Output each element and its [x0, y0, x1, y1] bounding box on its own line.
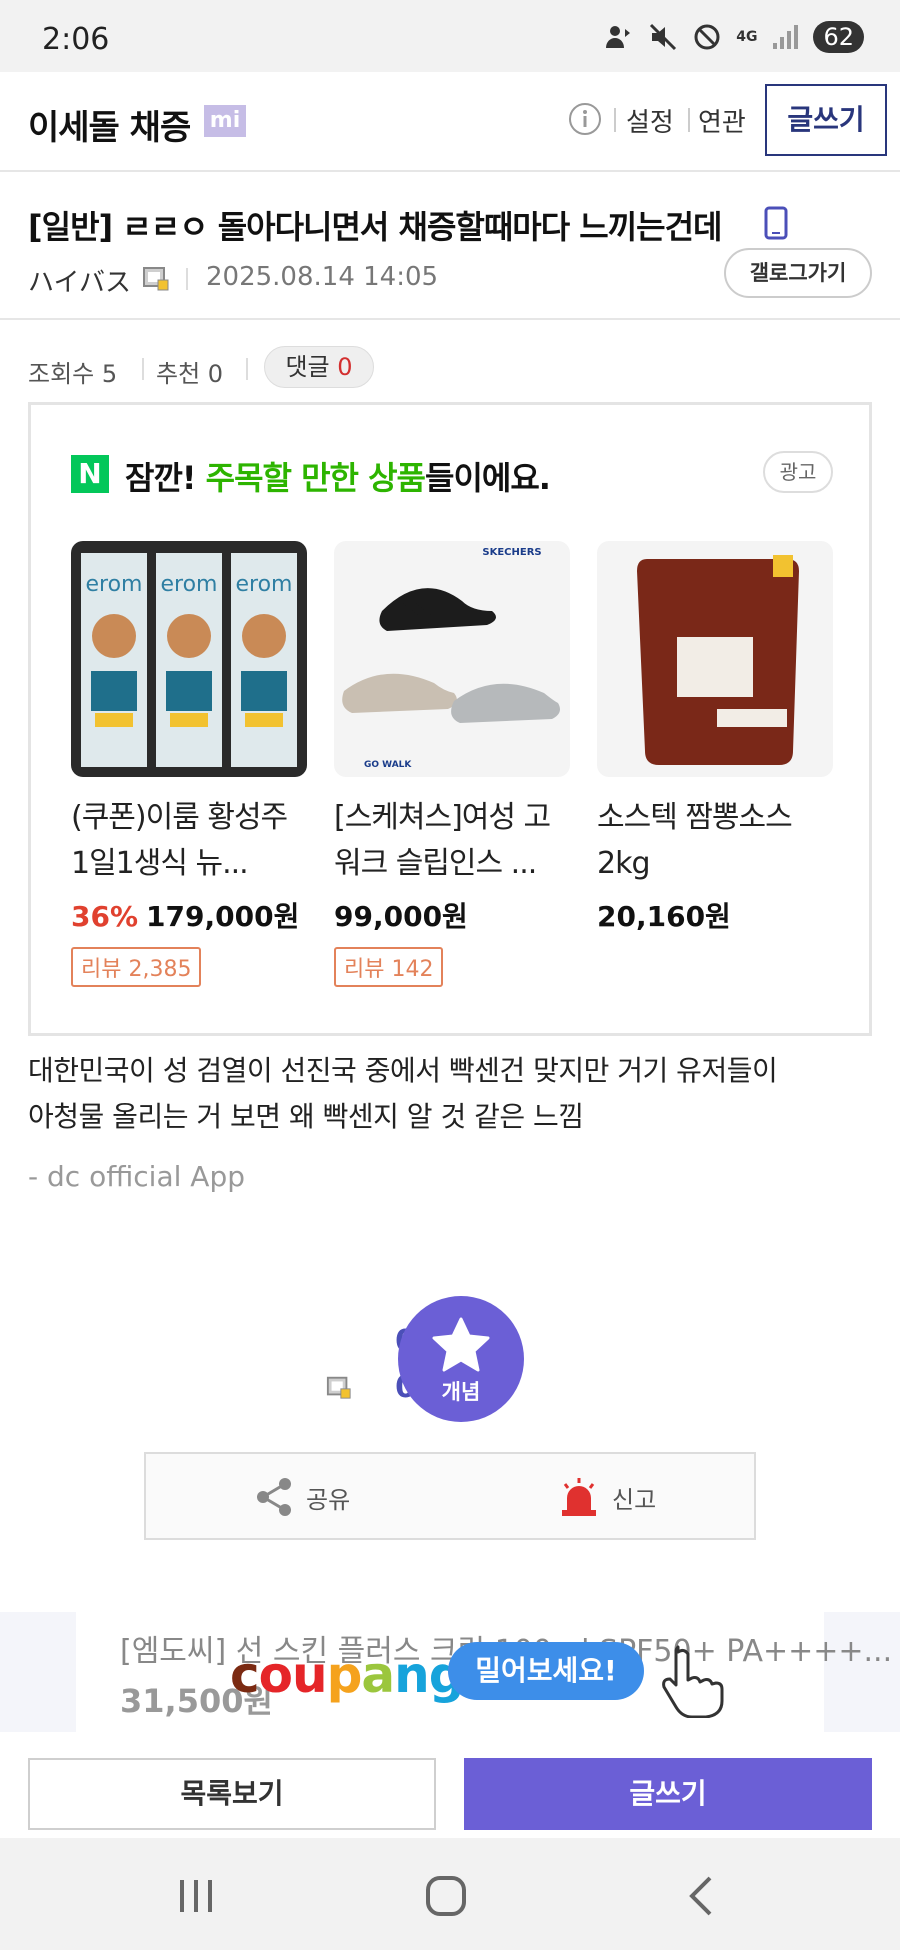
mute-icon — [648, 22, 678, 52]
product-card[interactable]: 소스텍 짬뽕소스 2kg 20,160원 — [597, 541, 833, 935]
post-body: 대한민국이 성 검열이 선진국 중에서 빡센건 맞지만 거기 유저들이 아청물 … — [28, 1048, 872, 1140]
divider — [142, 358, 144, 380]
coupang-letter: a — [361, 1646, 395, 1704]
write-button[interactable]: 글쓰기 — [765, 84, 887, 156]
ad-heading-prefix: 잠깐! — [125, 459, 206, 497]
ad-heading-suffix: 들이에요. — [425, 459, 551, 497]
back-icon[interactable] — [682, 1874, 722, 1918]
divider — [688, 108, 690, 132]
coupang-letter: p — [326, 1646, 363, 1704]
recommend-button-label: 개념 — [441, 1380, 481, 1404]
product-price-row: 36% 179,000원 — [71, 895, 307, 935]
status-icons: 4G 62 — [604, 20, 864, 54]
list-view-button[interactable]: 목록보기 — [28, 1758, 436, 1830]
product-image: erom erom erom — [71, 541, 307, 777]
share-button[interactable]: 공유 — [254, 1472, 350, 1522]
comment-label: 댓글 — [285, 353, 330, 381]
person-icon — [604, 22, 634, 52]
gallery-title[interactable]: 이세돌 채증 — [28, 100, 191, 149]
fixed-nick-icon — [142, 264, 170, 296]
svg-text:GO WALK: GO WALK — [364, 760, 412, 770]
coupang-logo: coupang — [230, 1646, 465, 1704]
comment-count: 0 — [337, 353, 353, 381]
related-link[interactable]: 연관 — [698, 102, 746, 139]
svg-text:erom: erom — [86, 572, 143, 597]
mobile-icon — [764, 206, 788, 244]
star-icon — [432, 1317, 490, 1372]
divider — [186, 268, 188, 290]
share-label: 공유 — [306, 1485, 351, 1514]
hand-pointer-icon — [650, 1642, 726, 1722]
product-name: (쿠폰)이룸 황성주 1일1생식 뉴... — [71, 800, 288, 881]
svg-text:erom: erom — [161, 572, 218, 597]
siren-icon — [562, 1478, 596, 1516]
report-label: 신고 — [612, 1485, 657, 1514]
ad-heading: 잠깐! 주목할 만한 상품들이에요. — [125, 453, 551, 499]
gallery-header: 이세돌 채증 mi 설정 연관 글쓰기 — [0, 72, 900, 172]
status-bar: 2:06 4G 62 — [0, 0, 900, 72]
block-icon — [692, 22, 722, 52]
product-discount: 36% — [71, 900, 139, 933]
product-price: 179,000원 — [146, 900, 300, 933]
product-review-badge: 리뷰 142 — [334, 947, 444, 987]
product-name: 소스텍 짬뽕소스 2kg — [597, 800, 793, 881]
post-body-line: 아청물 올리는 거 보면 왜 빡센지 알 것 같은 느낌 — [28, 1100, 584, 1133]
post-title: [일반] ㄹㄹㅇ 돌아다니면서 채증할때마다 느끼는건데 — [28, 208, 722, 246]
svg-text:erom: erom — [236, 572, 293, 597]
fixed-nick-recommend-icon — [326, 1374, 352, 1404]
product-card[interactable]: erom erom erom (쿠폰)이룸 황성주 1일1생식 뉴... 36%… — [71, 541, 307, 987]
product-ad-box: N 잠깐! 주목할 만한 상품들이에요. 광고 erom erom erom (… — [28, 402, 872, 1036]
divider — [246, 358, 248, 380]
view-count: 조회수 5 — [28, 360, 118, 388]
recommend-area: 0 0 개념 — [320, 1294, 540, 1424]
product-price-row: 20,160원 — [597, 895, 833, 935]
product-price: 99,000원 — [334, 900, 468, 933]
divider — [614, 108, 616, 132]
product-card[interactable]: SKECHERS GO WALK [스케쳐스]여성 고워크 슬립인스 ... 9… — [334, 541, 570, 987]
ad-label[interactable]: 광고 — [763, 451, 833, 493]
settings-link[interactable]: 설정 — [626, 102, 674, 139]
coupang-letter: n — [394, 1646, 430, 1704]
recommend-button[interactable]: 개념 — [398, 1296, 524, 1422]
recent-apps-icon[interactable] — [176, 1876, 216, 1916]
action-box: 공유 신고 — [144, 1452, 756, 1540]
post-author[interactable]: ハイバス — [28, 262, 131, 299]
recommend-count: 추천 0 — [156, 360, 224, 388]
post-header: [일반] ㄹㄹㅇ 돌아다니면서 채증할때마다 느끼는건데 ハイバス 2025.0… — [0, 174, 900, 320]
product-price: 20,160원 — [597, 900, 731, 933]
battery-indicator: 62 — [813, 21, 864, 53]
product-review-badge: 리뷰 2,385 — [71, 947, 202, 987]
product-image: SKECHERS GO WALK — [334, 541, 570, 777]
comment-count-button[interactable]: 댓글 0 — [264, 346, 374, 388]
gallog-button[interactable]: 갤로그가기 — [724, 248, 872, 298]
coupang-letter: u — [292, 1646, 328, 1704]
coupang-ad-inner: [엠도씨] 선 스킨 플러스 크림 100ml SPF50+ PA++++...… — [76, 1612, 892, 1732]
minor-gallery-badge: mi — [204, 105, 246, 137]
naver-logo-icon: N — [71, 455, 109, 493]
product-image — [597, 541, 833, 777]
app-signature: - dc official App — [28, 1160, 245, 1193]
coupang-letter: o — [258, 1646, 293, 1704]
post-date: 2025.08.14 14:05 — [206, 262, 439, 292]
signal-icon — [771, 23, 799, 51]
share-icon — [257, 1478, 291, 1516]
bottom-action-bar: 목록보기 글쓰기 — [0, 1732, 900, 1838]
network-label: 4G — [736, 29, 758, 45]
coupang-letter: c — [230, 1646, 260, 1704]
product-name: [스케쳐스]여성 고워크 슬립인스 ... — [334, 800, 551, 881]
post-body-line: 대한민국이 성 검열이 선진국 중에서 빡센건 맞지만 거기 유저들이 — [28, 1054, 778, 1087]
system-nav-bar — [0, 1838, 900, 1950]
status-time: 2:06 — [42, 22, 110, 57]
swipe-cta[interactable]: 밀어보세요! — [448, 1642, 644, 1700]
report-button[interactable]: 신고 — [558, 1472, 656, 1522]
product-price-row: 99,000원 — [334, 895, 570, 935]
write-post-button[interactable]: 글쓰기 — [464, 1758, 872, 1830]
coupang-ad-banner[interactable]: [엠도씨] 선 스킨 플러스 크림 100ml SPF50+ PA++++...… — [0, 1612, 900, 1732]
home-icon[interactable] — [424, 1874, 468, 1918]
ad-heading-highlight: 주목할 만한 상품 — [205, 459, 426, 497]
svg-text:SKECHERS: SKECHERS — [482, 547, 541, 558]
info-icon[interactable] — [568, 102, 602, 140]
